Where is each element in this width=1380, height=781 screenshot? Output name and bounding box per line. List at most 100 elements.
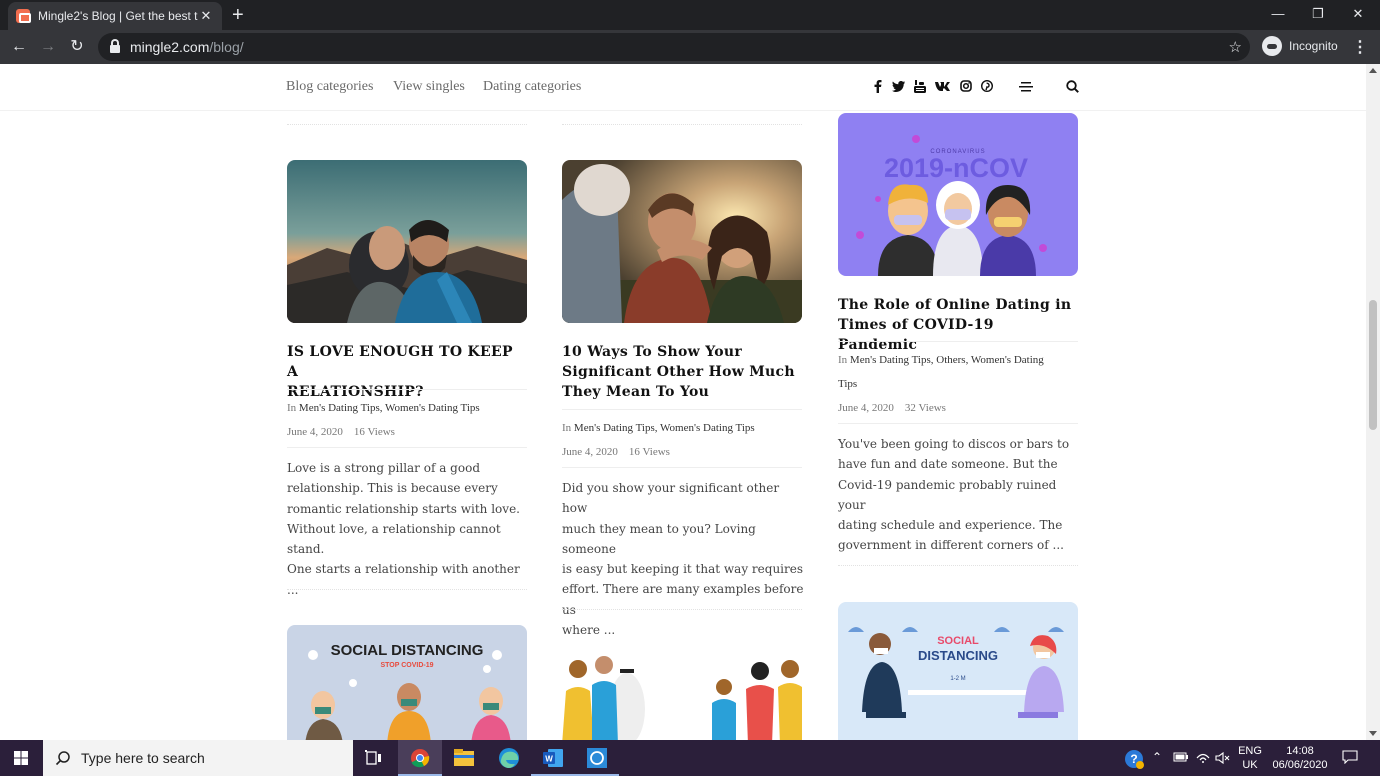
windows-logo-icon — [14, 751, 28, 765]
task-view-icon[interactable] — [352, 740, 396, 776]
post-title[interactable]: 10 Ways To Show Your Significant Other H… — [562, 342, 802, 402]
taskbar-search-box[interactable]: Type here to search — [43, 740, 353, 776]
search-icon[interactable] — [1066, 80, 1079, 93]
address-bar[interactable]: mingle2.com/blog/ ☆ — [98, 33, 1250, 61]
bookmark-star-icon[interactable]: ☆ — [1229, 38, 1242, 56]
category-links[interactable]: Tips — [838, 372, 1078, 396]
url-host: mingle2.com — [130, 39, 210, 55]
excerpt-line: Love is a strong pillar of a good — [287, 461, 480, 475]
post-views: 16 Views — [628, 446, 670, 458]
chrome-taskbar-icon[interactable] — [398, 740, 442, 776]
nav-dating-categories[interactable]: Dating categories — [483, 79, 581, 95]
category-links[interactable]: Men's Dating Tips, Women's Dating Tips — [299, 402, 480, 414]
browser-tab-strip: Mingle2's Blog | Get the best tip ✕ + — … — [0, 0, 1380, 30]
post-title-line: IS LOVE ENOUGH TO KEEP A — [287, 344, 513, 380]
post-meta-date: June 4, 2020 16 Views — [287, 420, 527, 444]
search-icon — [55, 751, 70, 766]
separator — [287, 447, 527, 448]
post-excerpt: You've been going to discos or bars to h… — [838, 434, 1083, 556]
help-icon[interactable]: ? — [1123, 748, 1145, 773]
keyboard-layout: UK — [1242, 759, 1258, 771]
browser-menu-icon[interactable]: ⋮ — [1352, 37, 1368, 57]
post-title-line: They Mean To You — [562, 384, 710, 400]
excerpt-line: You've been going to discos or bars to — [838, 437, 1070, 451]
covid-banner-big: 2019-nCOV — [884, 153, 1028, 183]
clock-date: 06/06/2020 — [1272, 759, 1328, 771]
scroll-up-arrow-icon[interactable] — [1369, 68, 1377, 73]
post-image-social-distancing[interactable]: SOCIAL DISTANCING STOP COVID-19 — [287, 625, 527, 740]
mingle2-favicon-icon — [16, 9, 31, 23]
incognito-indicator[interactable]: Incognito — [1262, 36, 1338, 56]
post-image-office-distancing[interactable]: SOCIAL DISTANCING 1-2 M — [838, 602, 1078, 740]
scroll-down-arrow-icon[interactable] — [1369, 731, 1377, 736]
new-tab-button[interactable]: + — [232, 4, 244, 26]
vk-icon[interactable] — [935, 82, 950, 91]
post-meta-categories: In Men's Dating Tips, Women's Dating Tip… — [562, 416, 802, 440]
post-meta-date: June 4, 2020 32 Views — [838, 396, 1078, 420]
volume-muted-icon[interactable] — [1215, 751, 1231, 768]
excerpt-line: Did you show your significant other how — [562, 481, 780, 516]
clock[interactable]: 14:08 06/06/2020 — [1268, 744, 1332, 772]
post-image-covid-illustration[interactable]: CORONAVIRUS 2019-nCOV — [838, 113, 1078, 276]
row-divider — [562, 124, 802, 125]
file-explorer-icon[interactable] — [442, 740, 486, 776]
language-indicator[interactable]: ENG UK — [1236, 744, 1264, 772]
menu-lines-icon[interactable] — [1019, 81, 1033, 93]
back-arrow-icon[interactable]: ← — [8, 36, 30, 58]
facebook-icon[interactable] — [874, 80, 882, 93]
nav-blog-categories[interactable]: Blog categories — [286, 79, 373, 95]
incognito-label: Incognito — [1289, 39, 1338, 53]
post-title-line: The Role of Online Dating in — [838, 297, 1072, 313]
post-meta-date: June 4, 2020 16 Views — [562, 440, 802, 464]
post-image-friends-illustration[interactable] — [562, 649, 802, 740]
post-image-couple-mountains[interactable] — [287, 160, 527, 323]
post-title[interactable]: IS LOVE ENOUGH TO KEEP A RELATIONSHIP? — [287, 342, 527, 402]
post-image-couple-sunset[interactable] — [562, 160, 802, 323]
tab-close-icon[interactable]: ✕ — [198, 8, 214, 24]
clock-time: 14:08 — [1286, 745, 1314, 757]
separator — [838, 341, 1078, 342]
battery-icon[interactable] — [1173, 752, 1189, 765]
nav-view-singles[interactable]: View singles — [393, 79, 465, 95]
post-meta-categories: In Men's Dating Tips, Others, Women's Da… — [838, 348, 1078, 396]
minimize-button[interactable]: — — [1258, 0, 1298, 30]
social-distancing-sub: STOP COVID-19 — [380, 662, 433, 669]
snipping-tool-icon[interactable] — [575, 740, 619, 776]
youtube-icon[interactable] — [914, 80, 926, 93]
pinterest-icon[interactable] — [981, 80, 993, 92]
show-hidden-icons-chevron-icon[interactable]: ⌃ — [1152, 750, 1162, 764]
excerpt-line: where ... — [562, 623, 616, 638]
notifications-icon[interactable] — [1342, 750, 1358, 767]
post-meta-categories: In Men's Dating Tips, Women's Dating Tip… — [287, 396, 527, 420]
incognito-icon — [1262, 36, 1282, 56]
post-views: 16 Views — [353, 426, 395, 438]
scrollbar-thumb[interactable] — [1369, 300, 1377, 430]
post-date: June 4, 2020 — [562, 446, 618, 458]
instagram-icon[interactable] — [960, 80, 972, 92]
lock-icon[interactable] — [110, 39, 120, 53]
restore-button[interactable]: ❐ — [1298, 0, 1338, 30]
separator — [562, 467, 802, 468]
browser-tab[interactable]: Mingle2's Blog | Get the best tip ✕ — [8, 2, 222, 30]
wifi-icon[interactable] — [1195, 750, 1211, 767]
windows-start-button[interactable] — [0, 740, 42, 776]
post-title-line: Significant Other How Much — [562, 364, 795, 380]
post-date: June 4, 2020 — [287, 426, 343, 438]
close-window-button[interactable]: ✕ — [1338, 0, 1378, 30]
web-page: Blog categories View singles Dating cate… — [0, 64, 1366, 740]
url-path: /blog/ — [209, 39, 244, 55]
post-title[interactable]: The Role of Online Dating in Times of CO… — [838, 295, 1078, 355]
edge-browser-icon[interactable] — [487, 740, 531, 776]
separator — [562, 409, 802, 410]
reload-icon[interactable]: ↻ — [66, 36, 88, 58]
excerpt-line: Without love, a relationship cannot stan… — [287, 521, 501, 557]
forward-arrow-icon[interactable]: → — [37, 36, 59, 58]
page-scrollbar[interactable] — [1366, 64, 1380, 740]
excerpt-line: Covid-19 pandemic probably ruined your — [838, 477, 1057, 512]
twitter-icon[interactable] — [892, 81, 905, 92]
category-links[interactable]: Men's Dating Tips, Women's Dating Tips — [574, 422, 755, 434]
office-distancing-line2: DISTANCING — [918, 648, 998, 663]
category-links[interactable]: Men's Dating Tips, Others, Women's Datin… — [850, 354, 1044, 366]
separator — [287, 389, 527, 390]
word-icon[interactable]: W — [531, 740, 575, 776]
